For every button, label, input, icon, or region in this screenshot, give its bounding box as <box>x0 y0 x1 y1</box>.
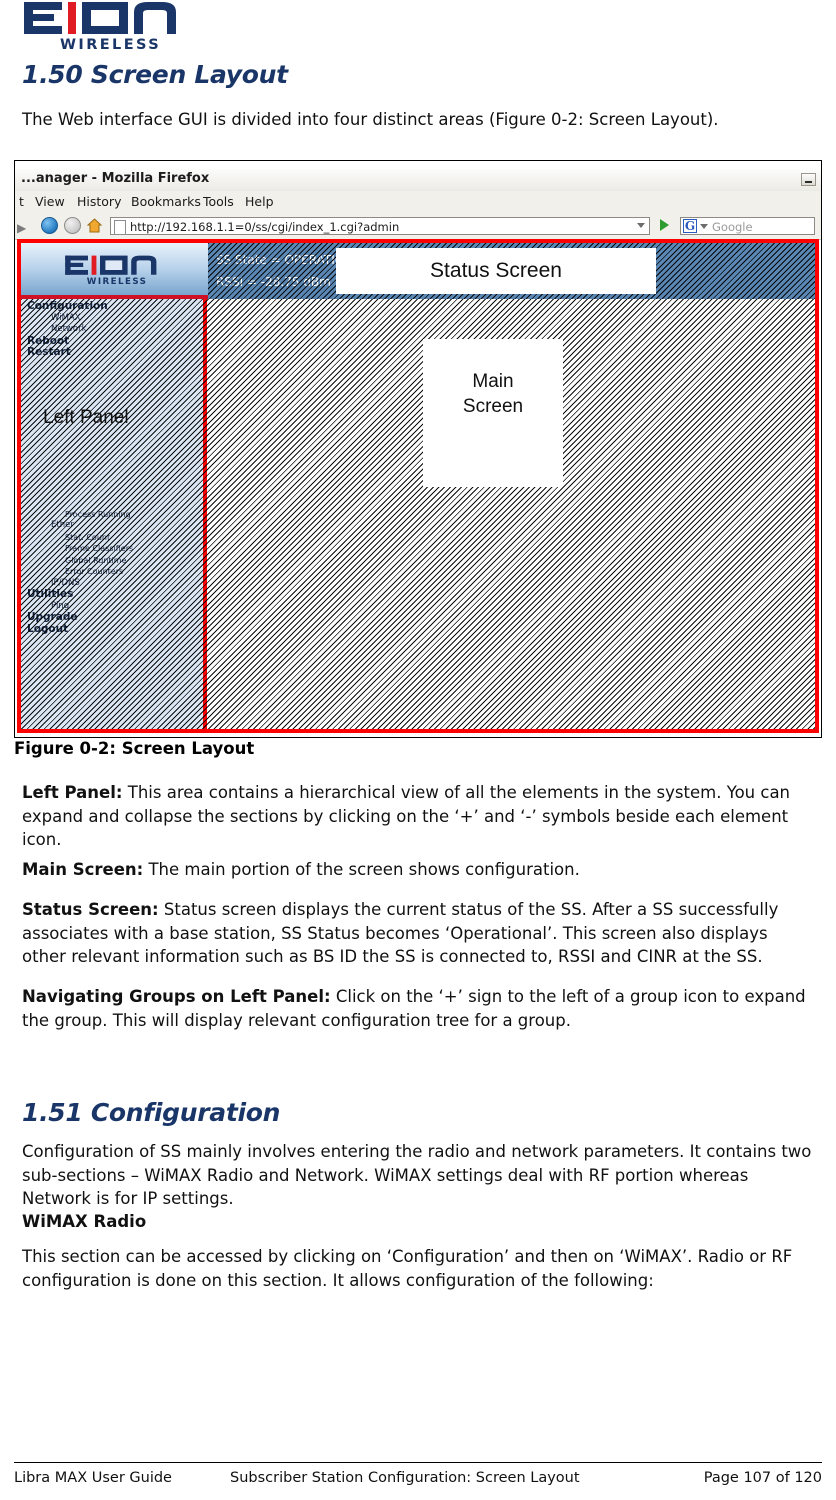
footer-divider <box>14 1462 822 1463</box>
footer-page-number: Page 107 of 120 <box>703 1470 822 1486</box>
paragraph-left-panel: Left Panel: This area contains a hierarc… <box>22 781 816 852</box>
menu-item-bookmarks[interactable]: Bookmarks <box>131 194 201 209</box>
go-button[interactable] <box>656 217 673 234</box>
browser-menu-bar: t View History Bookmarks Tools Help <box>15 191 821 214</box>
menu-item-help[interactable]: Help <box>245 194 274 209</box>
paragraph-configuration-intro: Configuration of SS mainly involves ente… <box>22 1142 812 1208</box>
menu-item-view[interactable]: View <box>35 194 65 209</box>
forward-arrow-icon[interactable]: ▶ <box>17 221 26 235</box>
footer-document-title: Libra MAX User Guide <box>14 1470 172 1486</box>
label-status-screen: Status Screen: <box>22 900 159 919</box>
menu-item-tools[interactable]: Tools <box>203 194 234 209</box>
text-main-screen: The main portion of the screen shows con… <box>143 860 580 879</box>
search-placeholder: Google <box>712 220 753 234</box>
paragraph-status-screen: Status Screen: Status screen displays th… <box>22 898 816 969</box>
text-left-panel: This area contains a hierarchical view o… <box>22 783 791 849</box>
figure-screen-layout: ...anager - Mozilla Firefox t View Histo… <box>14 160 822 738</box>
firefox-window: ...anager - Mozilla Firefox t View Histo… <box>15 161 821 737</box>
footer-section-title: Subscriber Station Configuration: Screen… <box>230 1470 580 1486</box>
figure-red-highlight-frame <box>17 239 819 733</box>
paragraph-wimax-radio: This section can be accessed by clicking… <box>22 1247 793 1290</box>
menu-item-edit[interactable]: t <box>19 194 24 209</box>
paragraph-main-screen: Main Screen: The main portion of the scr… <box>22 858 816 882</box>
section-heading-configuration: 1.51 Configuration <box>22 1098 281 1127</box>
label-left-panel: Left Panel: <box>22 783 123 802</box>
search-engine-chevron-icon[interactable] <box>700 224 708 229</box>
eion-logo: WIRELESS <box>22 0 192 52</box>
url-text: http://192.168.1.1=0/ss/cgi/index_1.cgi?… <box>130 220 400 234</box>
paragraph-navigating-groups: Navigating Groups on Left Panel: Click o… <box>22 985 816 1032</box>
figure-caption: Figure 0-2: Screen Layout <box>14 739 255 758</box>
subheading-wimax-radio: WiMAX Radio <box>22 1212 147 1231</box>
label-main-screen: Main Screen: <box>22 860 144 879</box>
label-navigating-groups: Navigating Groups on Left Panel: <box>22 987 331 1006</box>
intro-paragraph: The Web interface GUI is divided into fo… <box>22 110 719 129</box>
document-page: WIRELESS 1.50 Screen Layout The Web inte… <box>0 0 836 1500</box>
svg-text:WIRELESS: WIRELESS <box>60 37 161 52</box>
reload-icon[interactable] <box>41 217 58 234</box>
browser-title-bar: ...anager - Mozilla Firefox <box>15 169 821 192</box>
minimize-button[interactable] <box>801 173 816 186</box>
chevron-down-icon[interactable] <box>637 223 645 228</box>
section-heading-screen-layout: 1.50 Screen Layout <box>22 60 288 89</box>
search-input[interactable]: G Google <box>680 217 815 235</box>
page-favicon-icon <box>114 220 126 235</box>
window-title: ...anager - Mozilla Firefox <box>21 171 210 186</box>
url-bar[interactable]: http://192.168.1.1=0/ss/cgi/index_1.cgi?… <box>110 217 650 235</box>
stop-icon[interactable] <box>64 217 81 234</box>
home-icon[interactable] <box>86 217 103 234</box>
google-icon: G <box>683 219 697 233</box>
menu-item-history[interactable]: History <box>77 194 121 209</box>
